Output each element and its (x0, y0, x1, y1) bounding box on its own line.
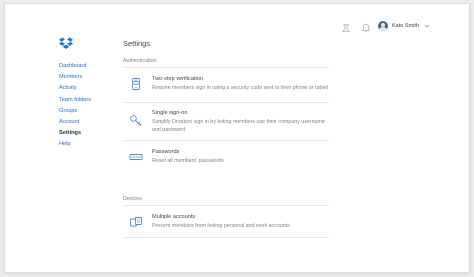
sidebar-item-settings[interactable]: Settings (59, 128, 91, 139)
multiple-accounts-icon (129, 215, 143, 229)
bell-icon[interactable] (361, 23, 371, 33)
setting-title: Single sign-on (152, 110, 188, 116)
section-label-authentication: Authentication (123, 58, 157, 64)
avatar (378, 21, 388, 31)
dropbox-logo[interactable] (59, 37, 73, 50)
user-name: Kate Smith (392, 23, 419, 29)
key-icon (129, 114, 143, 128)
divider (123, 102, 329, 103)
top-bar: Kate Smith (309, 18, 469, 36)
password-keyboard-icon (129, 150, 143, 164)
sidebar-item-help[interactable]: Help (59, 139, 91, 150)
divider (123, 67, 329, 68)
sidebar-item-groups[interactable]: Groups (59, 106, 91, 117)
sidebar-item-members[interactable]: Members (59, 72, 91, 83)
setting-title: Passwords (152, 149, 180, 155)
setting-description: Simplify Dropbox sign in by letting memb… (152, 119, 325, 134)
setting-title: Two-step verification (152, 76, 203, 82)
setting-description: Reset all members' passwords (152, 158, 224, 164)
setting-description: Prevent members from linking personal an… (152, 223, 290, 229)
section-label-devices: Devices (123, 196, 142, 202)
sidebar-item-activity[interactable]: Activity (59, 83, 91, 94)
user-menu[interactable]: Kate Smith (378, 21, 431, 31)
setting-row-multiple-accounts[interactable]: Multiple accounts Prevent members from l… (123, 214, 333, 232)
divider (123, 140, 329, 141)
divider (123, 205, 329, 206)
help-icon[interactable] (341, 23, 351, 33)
setting-description: Require members sign in using a security… (152, 85, 329, 91)
phone-verification-icon (129, 77, 143, 91)
app-window: Kate Smith Dashboard Members Activity Te… (4, 3, 470, 273)
setting-row-single-sign-on[interactable]: Single sign-on Simplify Dropbox sign in … (123, 110, 333, 136)
sidebar-nav: Dashboard Members Activity Team folders … (59, 61, 91, 151)
chevron-down-icon (424, 24, 430, 28)
setting-title: Multiple accounts (152, 214, 196, 220)
sidebar-item-dashboard[interactable]: Dashboard (59, 61, 91, 72)
setting-row-two-step-verification[interactable]: Two-step verification Require members si… (123, 76, 333, 98)
sidebar-item-team-folders[interactable]: Team folders (59, 95, 91, 106)
setting-row-passwords[interactable]: Passwords Reset all members' passwords (123, 149, 333, 167)
sidebar-item-account[interactable]: Account (59, 117, 91, 128)
page-title: Settings (123, 39, 151, 48)
divider (123, 237, 329, 238)
